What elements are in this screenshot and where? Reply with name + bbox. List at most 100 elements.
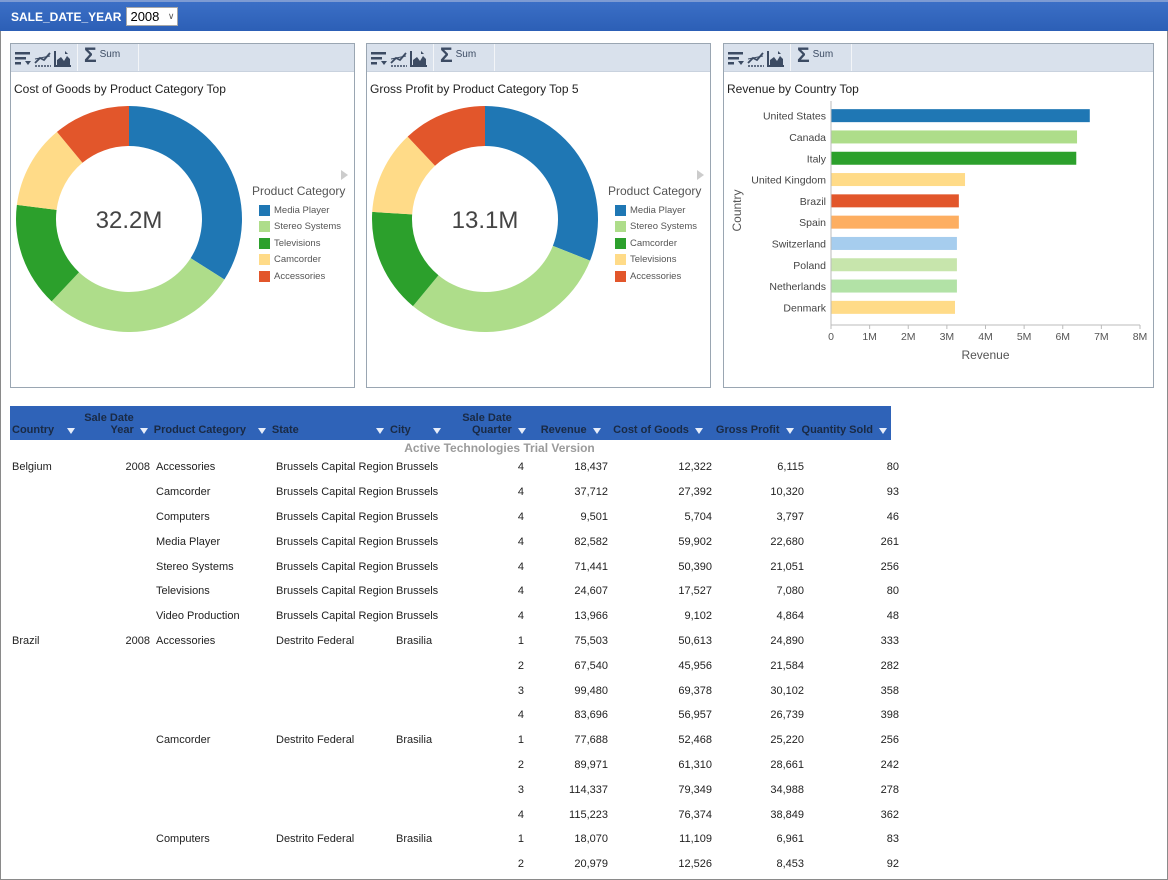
- column-header-state[interactable]: State: [270, 405, 388, 439]
- legend-item[interactable]: Camcorder: [252, 252, 345, 269]
- sale-date-year-select[interactable]: 2008 ∨: [126, 7, 179, 26]
- table-cell: Brussels Capital Region: [276, 510, 394, 523]
- legend-item[interactable]: Camcorder: [608, 235, 701, 252]
- bar-switzerland[interactable]: [831, 236, 957, 250]
- sort-icon[interactable]: [14, 49, 32, 67]
- table-cell: 52,468: [678, 734, 712, 747]
- table-cell: 1: [517, 833, 524, 846]
- column-header-revenue[interactable]: Revenue: [530, 405, 605, 439]
- column-header-gross-profit[interactable]: Gross Profit: [707, 405, 798, 439]
- chart-type-icon[interactable]: [410, 49, 428, 67]
- x-tick-label: 8M: [1133, 331, 1148, 343]
- table-cell: 50,613: [678, 634, 712, 647]
- legend-item[interactable]: Accessories: [252, 268, 345, 285]
- legend-scroll-arrow-icon[interactable]: [341, 170, 348, 180]
- chart-title: Gross Profit by Product Category Top 5: [370, 82, 579, 96]
- column-header-year[interactable]: Sale Date Year: [79, 405, 152, 439]
- table-cell: 4: [517, 585, 524, 598]
- legend-item[interactable]: Televisions: [252, 235, 345, 252]
- table-cell: Brussels Capital Region: [276, 560, 394, 573]
- legend-item[interactable]: Stereo Systems: [608, 219, 701, 236]
- y-tick-label: Brazil: [800, 196, 826, 208]
- donut-slice-stereo-systems[interactable]: [412, 245, 591, 332]
- sum-button[interactable]: Σ Sum: [791, 44, 853, 71]
- table-cell: Brussels: [396, 461, 439, 474]
- column-header-product-category[interactable]: Product Category: [152, 405, 270, 439]
- table-cell: 256: [880, 734, 899, 747]
- table-cell: 99,480: [574, 684, 608, 697]
- legend-label: Televisions: [274, 237, 321, 249]
- bar-brazil[interactable]: [831, 194, 959, 208]
- trendline-icon[interactable]: [390, 49, 408, 67]
- table-cell: Brasilia: [396, 634, 433, 647]
- sort-menu-icon[interactable]: [592, 428, 601, 434]
- legend-item[interactable]: Stereo Systems: [252, 219, 345, 236]
- chart-type-icon[interactable]: [54, 49, 72, 67]
- sort-menu-icon[interactable]: [376, 428, 384, 434]
- sort-menu-icon[interactable]: [66, 428, 75, 434]
- table-cell: Brussels Capital Region: [276, 535, 394, 548]
- sum-button[interactable]: Σ Sum: [78, 44, 140, 71]
- column-header-text: State: [270, 424, 388, 436]
- bar-italy[interactable]: [831, 151, 1077, 165]
- table-cell: 4: [517, 610, 524, 623]
- sigma-icon: Σ: [84, 44, 97, 67]
- sort-menu-icon[interactable]: [517, 428, 526, 434]
- table-cell: 89,971: [574, 758, 608, 771]
- sort-menu-icon[interactable]: [694, 428, 703, 434]
- x-tick-label: 6M: [1055, 331, 1070, 343]
- bar-poland[interactable]: [831, 258, 957, 272]
- legend-item[interactable]: Media Player: [252, 202, 345, 219]
- sort-icon[interactable]: [370, 49, 388, 67]
- table-cell: 362: [880, 808, 899, 821]
- trendline-icon[interactable]: [747, 49, 765, 67]
- donut-slice-media-player[interactable]: [129, 106, 242, 280]
- table-row: 3 99,480 69,378 30,102 358: [10, 678, 905, 703]
- sort-menu-icon[interactable]: [433, 428, 442, 434]
- sigma-icon: Σ: [797, 44, 810, 67]
- legend-item[interactable]: Accessories: [608, 268, 701, 285]
- column-header-country[interactable]: Country: [10, 405, 79, 439]
- bar-spain[interactable]: [831, 215, 959, 229]
- legend-item[interactable]: Media Player: [608, 202, 701, 219]
- legend-title: Product Category: [608, 184, 702, 198]
- sort-menu-icon[interactable]: [785, 428, 794, 434]
- table-cell: 4: [517, 560, 524, 573]
- y-tick-label: Netherlands: [769, 281, 826, 293]
- table-cell: Brazil: [12, 634, 40, 647]
- donut-slice-media-player[interactable]: [485, 106, 598, 261]
- legend-scroll-arrow-icon[interactable]: [697, 170, 704, 180]
- trial-watermark: Active Technologies Trial Version: [404, 441, 595, 455]
- bar-netherlands[interactable]: [831, 279, 957, 293]
- header-line-2: Quarter: [472, 424, 512, 436]
- revenue-by-country-panel: Σ Sum Revenue by Country Top United States C…: [723, 43, 1154, 388]
- sort-menu-icon[interactable]: [139, 428, 148, 434]
- table-cell: 45,956: [678, 659, 712, 672]
- table-cell: 37,712: [574, 486, 608, 499]
- chart-type-icon[interactable]: [767, 49, 785, 67]
- table-cell: 50,390: [678, 560, 712, 573]
- header-line-1: Sale Date: [84, 412, 134, 424]
- header-line-2: Revenue: [540, 424, 587, 436]
- bar-united-kingdom[interactable]: [831, 173, 966, 187]
- bar-canada[interactable]: [831, 130, 1078, 144]
- trendline-icon[interactable]: [34, 49, 52, 67]
- donut-slice-stereo-systems[interactable]: [51, 258, 225, 332]
- sort-icon[interactable]: [727, 49, 745, 67]
- column-header-cost-of-goods[interactable]: Cost of Goods: [605, 405, 707, 439]
- table-cell: 17,527: [678, 585, 712, 598]
- table-cell: 242: [880, 758, 899, 771]
- table-row: Televisions Brussels Capital Region Brusse…: [10, 579, 905, 604]
- bar-denmark[interactable]: [831, 300, 955, 314]
- column-header-quantity-sold[interactable]: Quantity Sold: [798, 405, 892, 439]
- table-cell: 80: [886, 585, 899, 598]
- sum-button[interactable]: Σ Sum: [434, 44, 496, 71]
- column-header-city[interactable]: City: [388, 405, 445, 439]
- bar-united-states[interactable]: [831, 109, 1090, 123]
- panel-toolbar: Σ Sum: [724, 44, 1153, 72]
- column-header-quarter[interactable]: Sale Date Quarter: [445, 405, 530, 439]
- sort-menu-icon[interactable]: [879, 428, 888, 434]
- table-row: 2 67,540 45,956 21,584 282: [10, 653, 905, 678]
- sort-menu-icon[interactable]: [257, 428, 266, 434]
- legend-item[interactable]: Televisions: [608, 252, 701, 269]
